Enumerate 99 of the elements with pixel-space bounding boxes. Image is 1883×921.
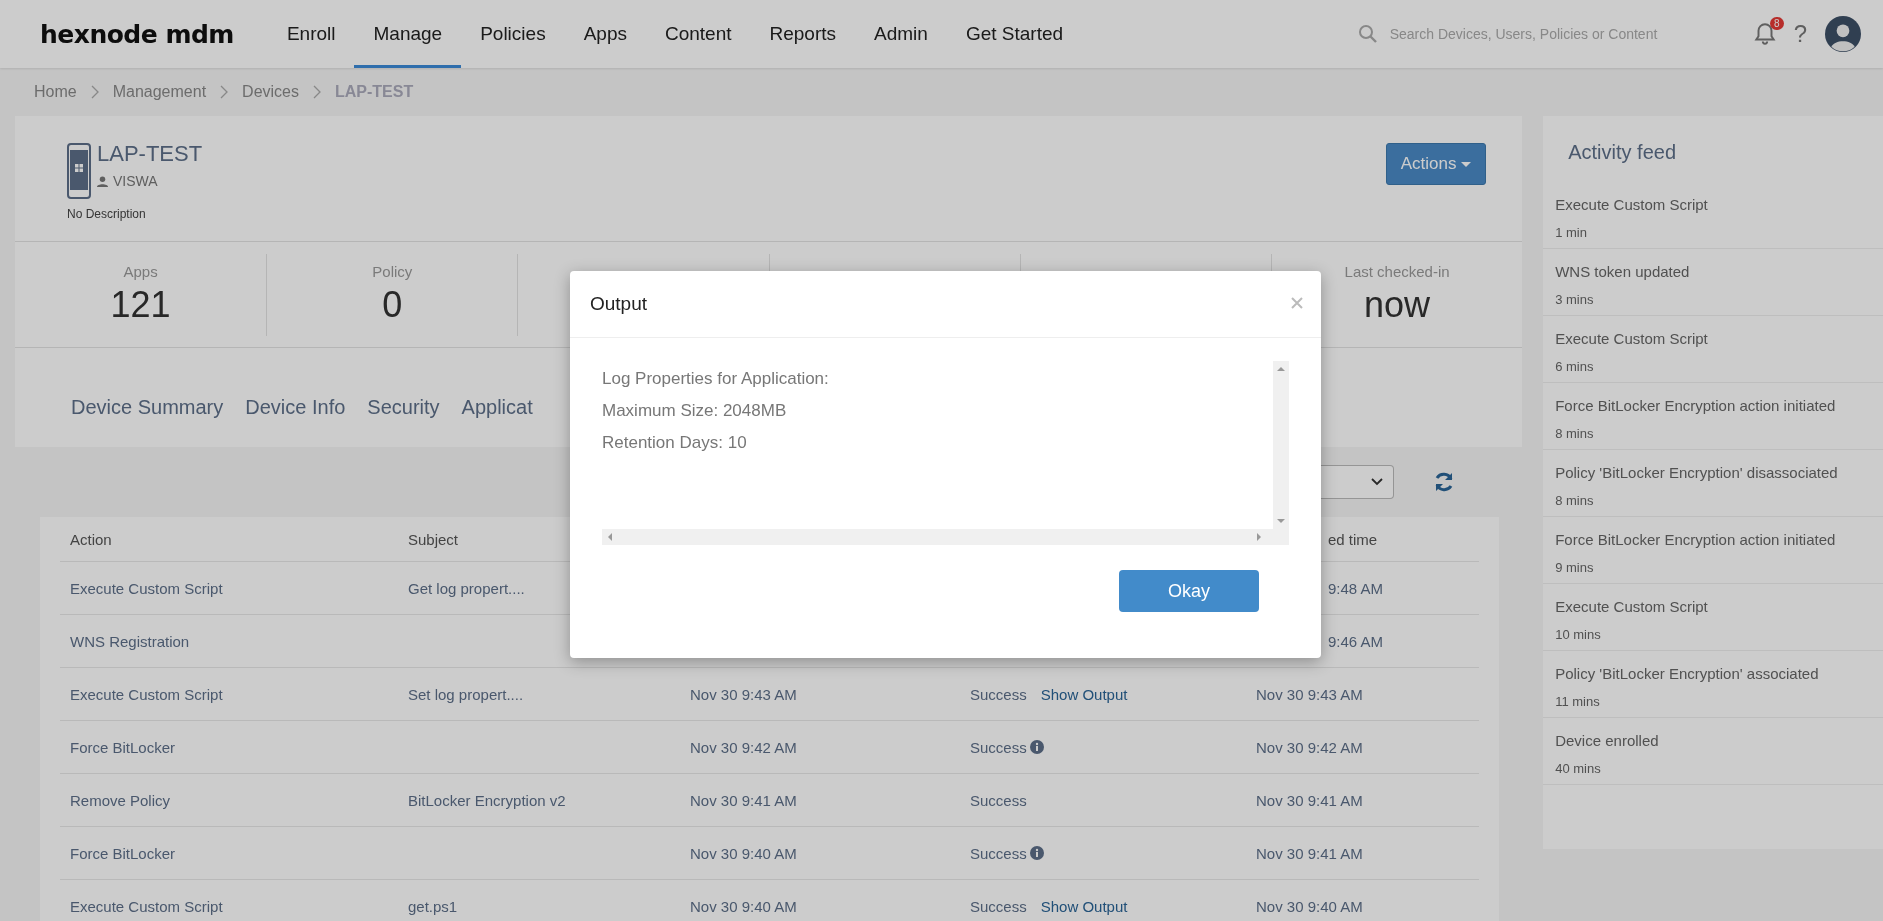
activity-time: 10 mins (1555, 627, 1602, 642)
table-cell: Nov 30 9:40 AM (690, 897, 797, 915)
help-link[interactable]: ? (1793, 20, 1807, 48)
table-cell: Execute Custom Script (70, 579, 223, 597)
status-text: Success (970, 685, 1027, 703)
table-cell: 9:48 AM (1328, 579, 1384, 597)
stat-label: Last checked-in (1344, 263, 1450, 280)
nav-tab[interactable]: Policies (461, 0, 565, 68)
activity-text: Policy 'BitLocker Encryption' associated (1555, 665, 1820, 682)
chevron-icon (313, 85, 321, 99)
status-text: Success (970, 738, 1027, 756)
table-cell: Set log propert.... (408, 685, 524, 703)
tab[interactable]: Security (357, 395, 450, 421)
device-user: VISWA (113, 173, 158, 189)
search-field[interactable]: Search Devices, Users, Policies or Content (1387, 25, 1682, 43)
nav-tab[interactable]: Reports (750, 0, 856, 68)
table-cell: Nov 30 9:43 AM (1256, 685, 1363, 703)
activity-time: 8 mins (1555, 493, 1595, 508)
activity-text: Device enrolled (1555, 732, 1660, 749)
table-cell: Force BitLocker (70, 844, 176, 862)
activity-time: 40 mins (1555, 761, 1602, 776)
nav-tab[interactable]: Apps (564, 0, 646, 68)
table-cell: Nov 30 9:40 AM (690, 844, 797, 862)
table-cell: Nov 30 9:43 AM (690, 685, 797, 703)
table-cell: Nov 30 9:42 AM (1256, 738, 1363, 756)
activity-time: 8 mins (1555, 426, 1595, 441)
table-cell: Nov 30 9:42 AM (690, 738, 797, 756)
show-output-link[interactable]: Show Output (1040, 685, 1128, 703)
table-cell: get.ps1 (408, 897, 458, 915)
table-cell: Force BitLocker (70, 738, 176, 756)
status-text: Success (970, 844, 1027, 862)
actions-button[interactable]: Actions (1385, 143, 1487, 185)
table-cell: 9:46 AM (1328, 632, 1384, 650)
chevron-down-icon (1371, 478, 1384, 486)
logo[interactable]: hexnode mdm (40, 19, 234, 49)
table-cell: Nov 30 9:41 AM (1256, 791, 1363, 809)
activity-time: 6 mins (1555, 359, 1595, 374)
table-cell: Execute Custom Script (70, 685, 223, 703)
output-line: Maximum Size: 2048MB (602, 401, 788, 421)
device-name: LAP-TEST (97, 141, 203, 167)
table-cell: BitLocker Encryption v2 (408, 791, 566, 809)
panel-title: Activity feed (1567, 140, 1677, 165)
output-line: Retention Days: 10 (602, 433, 748, 453)
output-line: Log Properties for Application: (602, 369, 830, 389)
info-icon[interactable] (1029, 846, 1044, 860)
table-cell: Execute Custom Script (70, 897, 223, 915)
status-text: Success (970, 791, 1027, 809)
notification-count: 8 (1770, 17, 1784, 30)
activity-time: 1 min (1555, 225, 1588, 240)
horizontal-scrollbar[interactable] (602, 529, 1289, 545)
table-cell: Remove Policy (70, 791, 171, 809)
activity-text: Execute Custom Script (1555, 330, 1709, 347)
activity-text: Execute Custom Script (1555, 196, 1709, 213)
column-header: Action (69, 530, 113, 548)
breadcrumb-item[interactable]: Devices (242, 83, 299, 101)
breadcrumb-item: LAP-TEST (335, 83, 414, 101)
column-header: ed time (1327, 530, 1379, 548)
activity-time: 11 mins (1555, 694, 1601, 709)
stat-value: 121 (110, 284, 171, 326)
avatar-icon[interactable] (1825, 16, 1861, 52)
okay-button[interactable]: Okay (1119, 570, 1259, 612)
device-description: No Description (67, 207, 147, 221)
tablet-icon (67, 143, 91, 199)
stat-value: 0 (382, 284, 403, 326)
table-cell: Get log propert.... (408, 579, 525, 597)
nav-tab[interactable]: Content (645, 0, 751, 68)
tab[interactable]: Applicat (451, 395, 543, 421)
status-text: Success (970, 897, 1027, 915)
table-cell: WNS Registration (70, 632, 190, 650)
user-icon (97, 175, 108, 187)
activity-time: 3 mins (1555, 292, 1595, 307)
show-output-link[interactable]: Show Output (1040, 897, 1128, 915)
info-icon[interactable] (1029, 740, 1044, 754)
activity-text: Execute Custom Script (1555, 598, 1709, 615)
stat-label: Apps (123, 263, 158, 280)
table-cell: Nov 30 9:40 AM (1256, 897, 1363, 915)
column-header: Subject (408, 530, 460, 548)
tab[interactable]: Device Summary (61, 395, 234, 421)
tab[interactable]: Device Info (235, 395, 356, 421)
activity-text: Force BitLocker Encryption action initiated (1555, 531, 1837, 548)
search-icon (1357, 24, 1378, 44)
nav-tab[interactable]: Get Started (946, 0, 1083, 68)
stat-label: Policy (372, 263, 413, 280)
nav-tab[interactable]: Enroll (267, 0, 355, 68)
activity-text: Policy 'BitLocker Encryption' disassociated (1555, 464, 1839, 481)
activity-text: Force BitLocker Encryption action initiated (1555, 397, 1837, 414)
chevron-icon (90, 85, 99, 99)
nav-tab[interactable]: Admin (855, 0, 947, 68)
chevron-icon (220, 85, 229, 99)
breadcrumb-item[interactable]: Home (34, 83, 77, 101)
nav-tab[interactable]: Manage (354, 0, 462, 68)
stat-value: now (1364, 284, 1431, 326)
dialog-title: Output (590, 293, 648, 315)
breadcrumb-item[interactable]: Management (112, 83, 207, 101)
activity-text: WNS token updated (1555, 263, 1691, 280)
activity-time: 9 mins (1555, 560, 1595, 575)
table-cell: Nov 30 9:41 AM (690, 791, 797, 809)
table-cell: Nov 30 9:41 AM (1256, 844, 1363, 862)
vertical-scrollbar[interactable] (1273, 361, 1289, 529)
